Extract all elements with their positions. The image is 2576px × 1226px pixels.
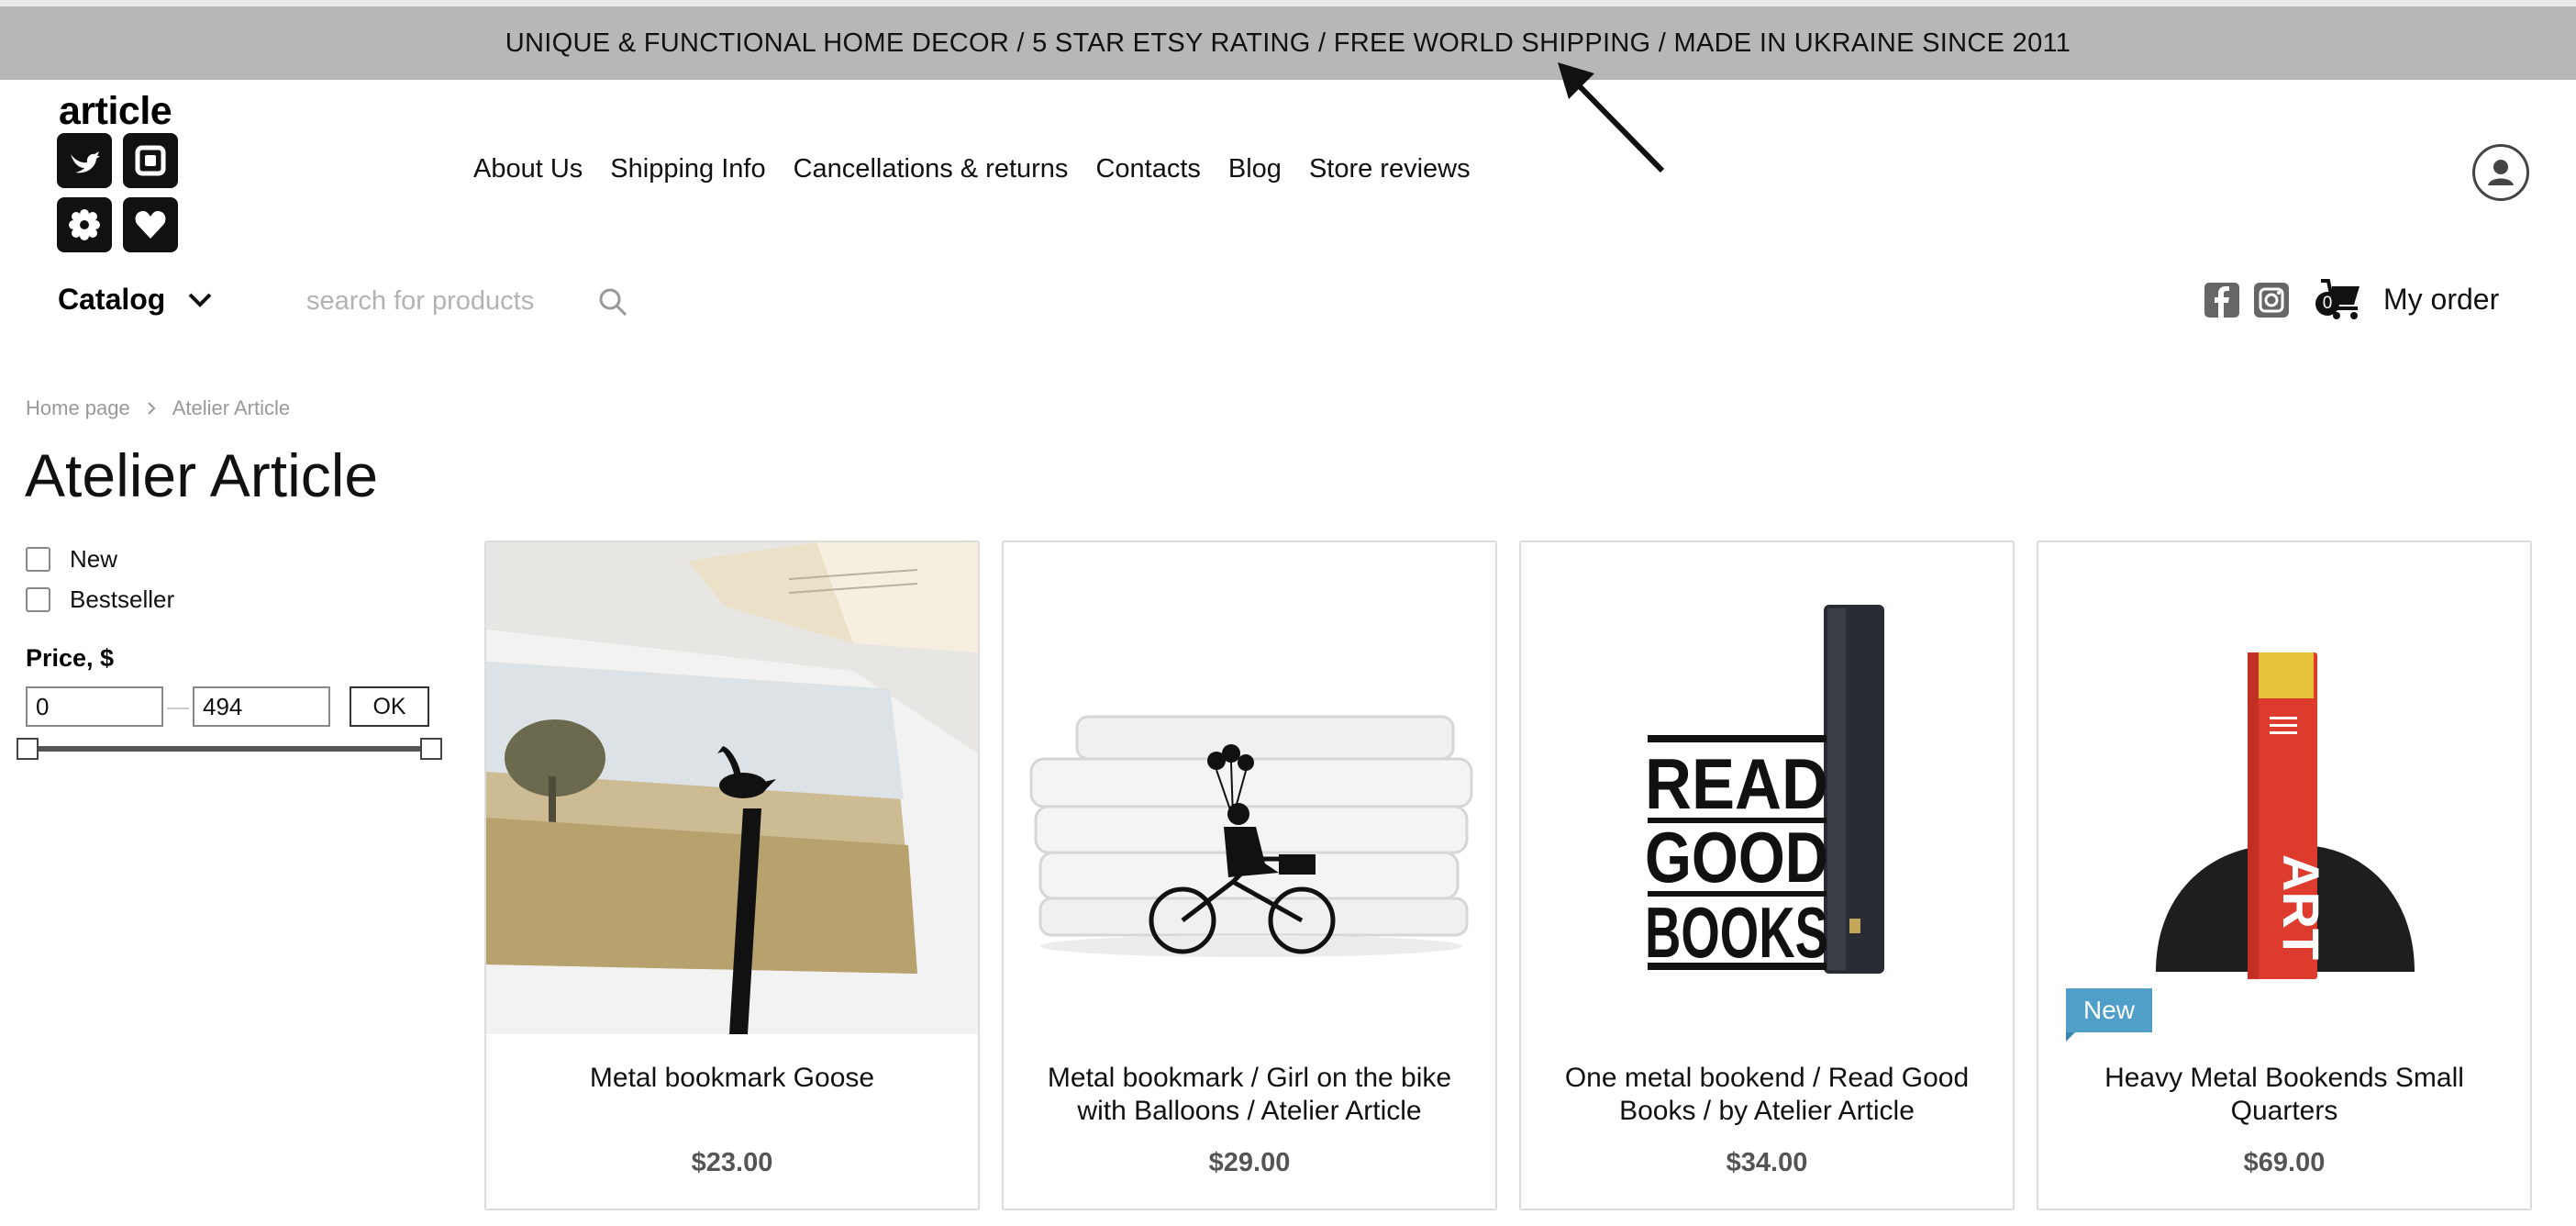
heart-icon — [123, 197, 178, 252]
chevron-down-icon — [188, 293, 212, 307]
nav-about-us[interactable]: About Us — [473, 154, 583, 184]
square-icon — [123, 133, 178, 188]
new-badge: New — [2066, 988, 2153, 1042]
product-card[interactable]: ART New Heavy Metal Bookends Small Quart… — [2037, 541, 2532, 1210]
promo-banner-text: UNIQUE & FUNCTIONAL HOME DECOR / 5 STAR … — [505, 28, 2071, 58]
product-card[interactable]: READ GOOD BOOKS One metal bookend / Read… — [1519, 541, 2015, 1210]
filter-bestseller-label: Bestseller — [70, 585, 175, 613]
bestseller-checkbox[interactable] — [26, 587, 50, 612]
page-title: Atelier Article — [25, 441, 379, 509]
breadcrumb-home[interactable]: Home page — [26, 396, 130, 420]
facebook-icon[interactable] — [2204, 283, 2239, 318]
breadcrumb: Home page Atelier Article — [26, 396, 290, 420]
site-logo[interactable]: article — [55, 92, 183, 253]
price-slider-min-handle[interactable] — [17, 738, 39, 760]
filter-new-label: New — [70, 545, 118, 573]
my-order-button[interactable]: 0 My order — [2312, 277, 2499, 321]
product-image-girl-bike-bookmark[interactable] — [1004, 542, 1495, 1034]
chevron-right-icon — [148, 402, 156, 415]
instagram-icon[interactable] — [2254, 283, 2289, 318]
nav-cancellations-returns[interactable]: Cancellations & returns — [794, 154, 1069, 184]
product-card[interactable]: Metal bookmark Goose $23.00 — [484, 541, 980, 1210]
nav-store-reviews[interactable]: Store reviews — [1309, 154, 1471, 184]
product-price: $23.00 — [691, 1148, 773, 1177]
my-order-label: My order — [2383, 282, 2500, 316]
search-bar — [290, 275, 638, 327]
logo-wordmark: article — [59, 89, 172, 133]
svg-text:ART: ART — [2272, 854, 2330, 960]
svg-text:BOOKS: BOOKS — [1645, 892, 1828, 973]
price-slider-track[interactable] — [26, 746, 435, 752]
product-name[interactable]: Metal bookmark Goose — [505, 1062, 960, 1095]
breadcrumb-current: Atelier Article — [172, 396, 291, 419]
price-slider-max-handle[interactable] — [420, 738, 442, 760]
search-input[interactable] — [290, 285, 583, 317]
catalog-label: Catalog — [58, 283, 166, 316]
product-image-goose-bookmark[interactable] — [486, 542, 978, 1034]
top-edge — [0, 0, 2576, 6]
nav-blog[interactable]: Blog — [1228, 154, 1282, 184]
product-price: $69.00 — [2243, 1148, 2326, 1177]
product-card[interactable]: Metal bookmark / Girl on the bike with B… — [1002, 541, 1497, 1210]
product-price: $34.00 — [1726, 1148, 1808, 1177]
cart-count-badge: 0 — [2315, 292, 2339, 316]
price-ok-button[interactable]: OK — [350, 686, 429, 727]
price-range-dash — [167, 708, 189, 709]
main-nav: About Us Shipping Info Cancellations & r… — [473, 154, 1471, 184]
catalog-menu[interactable]: Catalog — [58, 283, 213, 317]
nav-shipping-info[interactable]: Shipping Info — [610, 154, 765, 184]
promo-banner: UNIQUE & FUNCTIONAL HOME DECOR / 5 STAR … — [0, 6, 2576, 80]
svg-text:GOOD: GOOD — [1645, 817, 1828, 897]
mouse-pointer-icon — [1558, 62, 1665, 173]
product-image-heavy-metal-bookends[interactable]: ART — [2038, 542, 2530, 1034]
product-name[interactable]: Heavy Metal Bookends Small Quarters — [2057, 1062, 2512, 1128]
svg-text:READ: READ — [1645, 743, 1828, 824]
search-icon[interactable] — [597, 286, 628, 318]
product-price: $29.00 — [1208, 1148, 1291, 1177]
filter-new[interactable]: New — [26, 545, 117, 574]
cart: 0 — [2312, 277, 2365, 321]
product-image-read-good-books-bookend[interactable]: READ GOOD BOOKS — [1521, 542, 2013, 1034]
flower-icon — [57, 197, 112, 252]
product-name[interactable]: Metal bookmark / Girl on the bike with B… — [1022, 1062, 1477, 1128]
new-checkbox[interactable] — [26, 547, 50, 572]
nav-contacts[interactable]: Contacts — [1095, 154, 1200, 184]
user-icon — [2488, 160, 2514, 185]
price-min-input[interactable] — [26, 686, 163, 727]
price-max-input[interactable] — [193, 686, 330, 727]
price-filter-title: Price, $ — [26, 644, 115, 672]
filter-bestseller[interactable]: Bestseller — [26, 585, 174, 614]
bird-icon — [57, 133, 112, 188]
account-button[interactable] — [2472, 144, 2529, 201]
product-name[interactable]: One metal bookend / Read Good Books / by… — [1539, 1062, 1994, 1128]
